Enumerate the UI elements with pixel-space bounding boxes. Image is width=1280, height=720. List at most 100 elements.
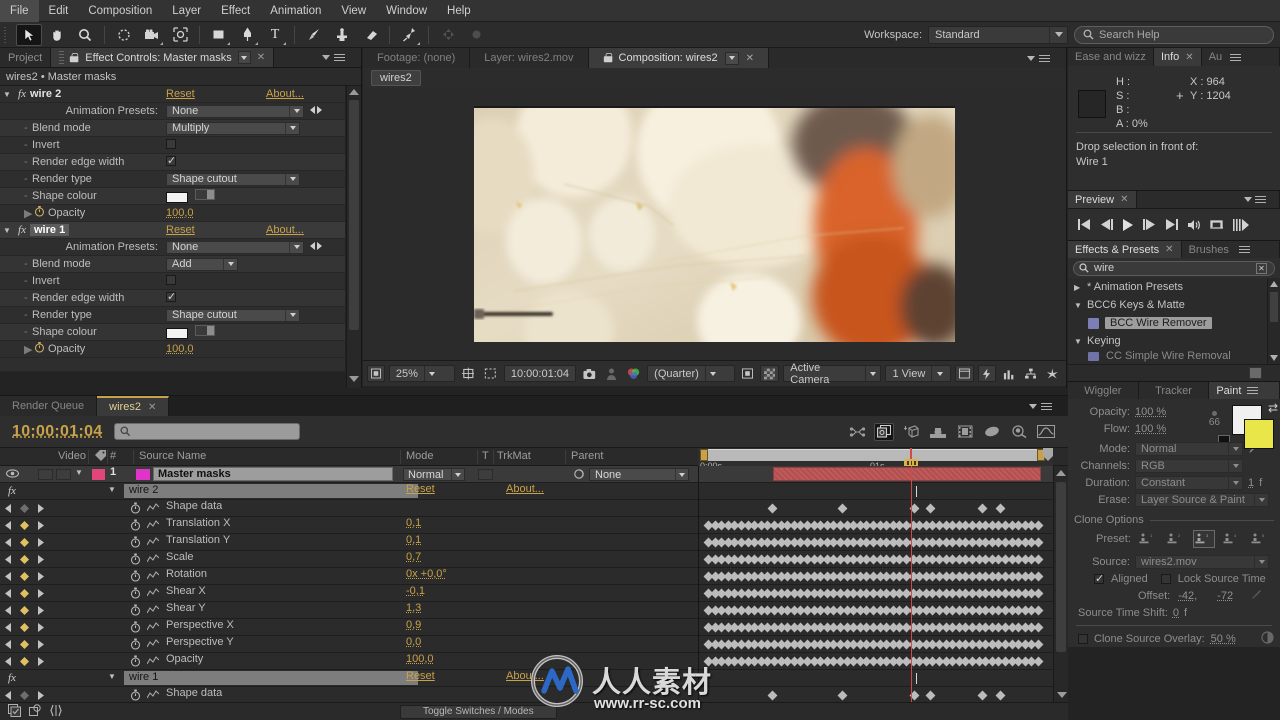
scroll-down-icon-fx[interactable] [1270,355,1278,361]
keyframe-marker[interactable] [925,690,936,701]
tab-footage[interactable]: Footage: (none) [363,48,471,68]
menu-item-animation[interactable]: Animation [260,0,331,22]
effect-name-tl-11[interactable]: wire 1 [124,671,418,685]
clone-preset-2[interactable]: 2 [1165,530,1187,548]
snapshot-camera-icon[interactable] [580,365,599,382]
layer-mode-select[interactable]: Normal [403,468,465,481]
aligned-checkbox[interactable] [1094,572,1104,585]
paint-duration-frames[interactable]: 1 [1248,477,1254,489]
keyframe-toggle-icon-6[interactable] [20,589,29,601]
frame-blending-icon[interactable] [955,423,975,441]
effect-twirl-icon-11[interactable]: ▼ [108,672,116,681]
shape-tool[interactable] [206,24,232,46]
scroll-thumb-fx[interactable] [1270,292,1278,322]
stopwatch-icon-tl-3[interactable] [130,536,141,551]
paint-flow-value[interactable]: 100 % [1135,423,1166,435]
fast-previews-icon[interactable] [978,365,996,382]
graph-icon-tl-9[interactable] [146,639,160,651]
effect-twirl-icon-0[interactable]: ▼ [108,485,116,494]
lock-icon-comp[interactable] [603,52,612,63]
reset-exposure-icon[interactable] [1043,365,1062,382]
chevron-right-icon-1[interactable]: ▶ [1074,283,1083,292]
loop-button[interactable] [1210,219,1224,231]
pen-tool[interactable] [234,24,260,46]
current-time-display[interactable]: 10:00:01:04 [503,365,577,382]
selection-tool[interactable] [16,23,42,46]
work-area-bar[interactable] [708,449,1037,461]
keyframe-marker[interactable] [1033,605,1044,616]
work-area-start-handle[interactable] [700,449,708,461]
tab-tracker[interactable]: Tracker [1138,382,1210,399]
keyframe-marker[interactable] [995,503,1006,514]
next-frame-button[interactable] [1143,219,1156,230]
current-time-indicator[interactable] [911,466,912,702]
prop-color-swatch-0-5[interactable] [166,191,188,203]
next-keyframe-icon-3[interactable] [37,538,44,550]
tab-effect-controls[interactable]: Effect Controls: Master masks ✕ [51,48,275,67]
effect-reset-tl-11[interactable]: Reset [406,670,435,682]
keyframe-marker[interactable] [767,503,778,514]
menu-item-effect[interactable]: Effect [211,0,260,22]
effect-name-0[interactable]: wire 2 [30,88,61,100]
property-value-2[interactable]: 0,1 [406,517,421,529]
next-keyframe-icon-9[interactable] [37,640,44,652]
tab-layer[interactable]: Layer: wires2.mov [470,48,589,68]
timeline-search-input[interactable] [114,423,301,440]
panel-menu-icon-paint[interactable] [1247,387,1259,394]
eyedropper-icon-0-5[interactable] [195,189,215,200]
table-row-layer[interactable]: ▼ 1 Master masks Normal None [0,466,698,483]
play-button[interactable] [1122,218,1134,231]
property-value-4[interactable]: 0,7 [406,551,421,563]
keyframe-marker[interactable] [1033,537,1044,548]
toggle-switches-modes-button[interactable]: Toggle Switches / Modes [400,704,557,719]
prop-checkbox-0-3[interactable] [166,154,176,167]
keyframe-marker[interactable] [1033,520,1044,531]
keyframe-track[interactable] [699,483,1053,500]
effect-reset-0[interactable]: Reset [166,88,195,100]
property-value-3[interactable]: 0,1 [406,534,421,546]
effect-header-0[interactable]: ▼ fx wire 2 Reset About... [0,86,345,103]
keyframe-toggle-icon-8[interactable] [20,623,29,635]
rotation-tool[interactable] [111,24,137,46]
graph-icon-tl-6[interactable] [146,588,160,600]
effects-item-cc-simple-wire-removal[interactable]: CC Simple Wire Removal [1068,350,1280,362]
property-row[interactable]: Perspective X 0,9 [0,619,698,636]
lock-switch[interactable] [56,469,71,480]
effect-controls-menu[interactable] [274,48,361,67]
timeline-current-timecode[interactable]: 10:00:01:04 [0,423,102,441]
graph-icon-tl-1[interactable] [146,503,160,515]
prop-color-swatch-1-5[interactable] [166,327,188,339]
stopwatch-icon-tl-2[interactable] [130,519,141,534]
keyframe-toggle-icon-7[interactable] [20,606,29,618]
next-keyframe-icon-5[interactable] [37,572,44,584]
keyframe-marker[interactable] [925,503,936,514]
layer-duration-bar[interactable] [773,467,1041,481]
property-row[interactable]: Shear Y 1,3 [0,602,698,619]
property-value-9[interactable]: 0,0 [406,636,421,648]
stopwatch-icon-tl-10[interactable] [130,655,141,670]
prev-keyframe-icon-6[interactable] [5,589,12,601]
comp-flowchart-icon[interactable] [1022,365,1040,382]
property-row[interactable]: Scale 0,7 [0,551,698,568]
toolbar-grip[interactable] [2,24,12,45]
keyframe-toggle-icon-10[interactable] [20,657,29,669]
panel-menu-icon[interactable] [334,54,345,61]
property-value-10[interactable]: 100,0 [406,653,434,665]
keyframe-toggle-icon-3[interactable] [20,538,29,550]
transparency-grid-icon[interactable] [759,365,780,382]
camera-select[interactable]: Active Camera [783,362,882,386]
close-icon-fx[interactable]: ✕ [1165,244,1173,255]
clone-preset-1[interactable]: 1 [1137,530,1159,548]
effects-item-bcc-wire-remover[interactable]: BCC Wire Remover [1068,314,1280,332]
graph-icon-tl-7[interactable] [146,605,160,617]
type-tool[interactable]: T [262,24,288,46]
effect-about-tl-0[interactable]: About... [506,483,544,495]
tab-paint[interactable]: Paint [1209,382,1280,399]
keyframe-marker[interactable] [1033,622,1044,633]
effect-reset-1[interactable]: Reset [166,224,195,236]
clone-source-overlay-checkbox[interactable] [1078,633,1088,644]
tab-dropdown-icon[interactable] [237,51,251,64]
zoom-tool[interactable] [72,24,98,46]
first-frame-button[interactable] [1078,219,1091,230]
paint-duration-select[interactable]: Constant [1135,475,1243,490]
